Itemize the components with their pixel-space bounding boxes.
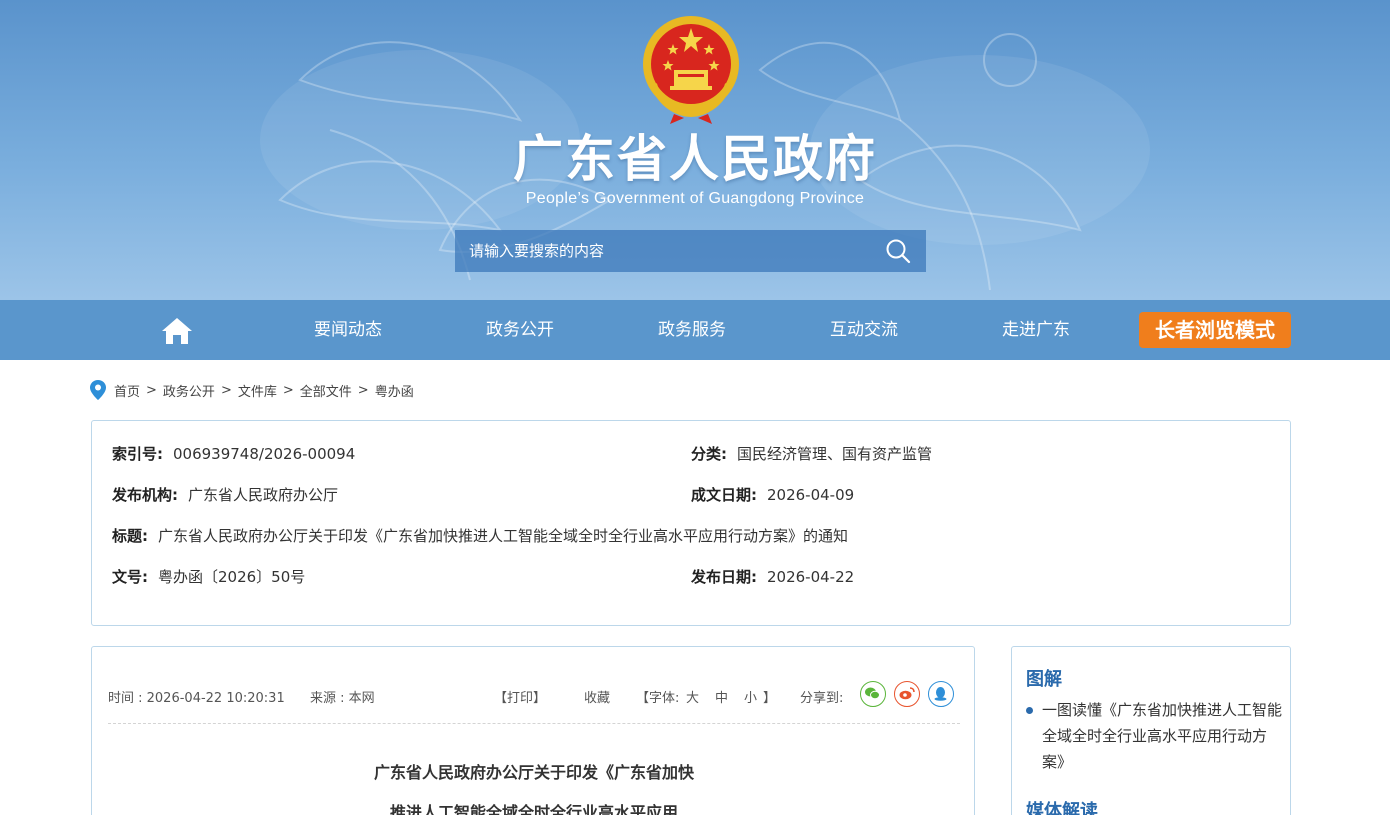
meta-published-label: 发布日期: [691, 568, 757, 586]
font-size-close: 】 [763, 691, 777, 706]
meta-docno: 文号: 粤办函〔2026〕50号 [112, 566, 305, 587]
nav-item-news[interactable]: 要闻动态 [288, 300, 408, 360]
qq-icon[interactable] [928, 681, 954, 707]
search-button[interactable] [870, 230, 926, 272]
breadcrumb-gov-affairs[interactable]: 政务公开 [163, 381, 215, 400]
nav-item-about-guangdong[interactable]: 走进广东 [976, 300, 1096, 360]
breadcrumb-doc-library[interactable]: 文件库 [238, 381, 277, 400]
meta-publisher-value: 广东省人民政府办公厅 [188, 486, 339, 504]
nav-item-gov-affairs[interactable]: 政务公开 [460, 300, 580, 360]
font-size-open: 【字体: [636, 691, 680, 706]
print-button[interactable]: 【打印】 [494, 687, 546, 706]
font-medium-button[interactable]: 中 [715, 687, 728, 706]
breadcrumb-separator: > [357, 382, 369, 398]
document-meta-box: 索引号: 006939748/2026-00094 分类: 国民经济管理、国有资产监… [91, 420, 1291, 626]
breadcrumb-all-docs[interactable]: 全部文件 [300, 381, 352, 400]
share-label: 分享到: [800, 691, 844, 706]
site-title: 广东省人民政府 [513, 130, 877, 188]
meta-category-value: 国民经济管理、国有资产监管 [737, 445, 933, 463]
sidebar-link-infographic[interactable]: 一图读懂《广东省加快推进人工智能全域全时全行业高水平应用行动方案》 [1042, 697, 1282, 775]
main-nav: 要闻动态 政务公开 政务服务 互动交流 走进广东 长者浏览模式 [0, 300, 1390, 360]
breadcrumb-separator: > [146, 382, 157, 398]
breadcrumb-current[interactable]: 粤办函 [375, 381, 414, 400]
home-icon[interactable] [160, 316, 194, 346]
meta-index-label: 索引号: [112, 445, 163, 463]
meta-created: 成文日期: 2026-04-09 [691, 484, 854, 505]
breadcrumb-separator: > [220, 382, 232, 398]
meta-category-label: 分类: [691, 445, 727, 463]
meta-index-value: 006939748/2026-00094 [173, 445, 356, 463]
meta-title: 标题: 广东省人民政府办公厅关于印发《广东省加快推进人工智能全域全时全行业高水平应… [112, 525, 848, 546]
breadcrumb-home[interactable]: 首页 [114, 381, 140, 400]
sidebar-heading-media: 媒体解读 [1026, 801, 1098, 815]
meta-docno-value: 粤办函〔2026〕50号 [158, 568, 306, 586]
national-emblem-icon [643, 16, 739, 124]
article-divider [108, 723, 960, 724]
search-input[interactable] [455, 230, 870, 272]
location-pin-icon [90, 380, 106, 400]
breadcrumb-separator: > [282, 382, 294, 398]
font-large-button[interactable]: 大 [686, 687, 699, 706]
meta-publisher: 发布机构: 广东省人民政府办公厅 [112, 484, 338, 505]
meta-published-value: 2026-04-22 [767, 568, 855, 586]
meta-category: 分类: 国民经济管理、国有资产监管 [691, 443, 932, 464]
meta-title-value: 广东省人民政府办公厅关于印发《广东省加快推进人工智能全域全时全行业高水平应用行动… [158, 527, 849, 545]
sidebar-heading-infographic: 图解 [1026, 669, 1062, 690]
meta-created-value: 2026-04-09 [767, 486, 855, 504]
article-info-bar: 时间 : 2026-04-22 10:20:31 来源 : 本网 【打印】 收藏… [108, 681, 960, 709]
nav-item-interaction[interactable]: 互动交流 [804, 300, 924, 360]
wechat-icon[interactable] [860, 681, 886, 707]
meta-index: 索引号: 006939748/2026-00094 [112, 443, 355, 464]
bullet-icon [1026, 707, 1033, 714]
meta-created-label: 成文日期: [691, 486, 757, 504]
article-panel: 时间 : 2026-04-22 10:20:31 来源 : 本网 【打印】 收藏… [91, 646, 975, 815]
article-title-line-1: 广东省人民政府办公厅关于印发《广东省加快 [373, 763, 694, 782]
meta-publisher-label: 发布机构: [112, 486, 178, 504]
nav-item-gov-services[interactable]: 政务服务 [632, 300, 752, 360]
article-time: 时间 : 2026-04-22 10:20:31 [108, 691, 285, 706]
meta-docno-label: 文号: [112, 568, 148, 586]
article-title-line-2: 推进人工智能全域全时全行业高水平应用 [389, 803, 678, 815]
header-banner: 广东省人民政府 People’s Government of Guangdong… [0, 0, 1390, 300]
elder-mode-button[interactable]: 长者浏览模式 [1139, 312, 1291, 348]
font-small-button[interactable]: 小 [744, 687, 757, 706]
meta-title-label: 标题: [112, 527, 148, 545]
weibo-icon[interactable] [894, 681, 920, 707]
breadcrumb: 首页 > 政务公开 > 文件库 > 全部文件 > 粤办函 [90, 380, 414, 400]
search-box [455, 230, 926, 272]
meta-published: 发布日期: 2026-04-22 [691, 566, 854, 587]
search-icon [886, 239, 911, 264]
favorite-button[interactable]: 收藏 [584, 687, 610, 706]
site-subtitle: People’s Government of Guangdong Provinc… [525, 190, 865, 207]
sidebar-panel: 图解 一图读懂《广东省加快推进人工智能全域全时全行业高水平应用行动方案》 媒体解… [1011, 646, 1291, 815]
article-source: 来源 : 本网 [310, 691, 375, 706]
